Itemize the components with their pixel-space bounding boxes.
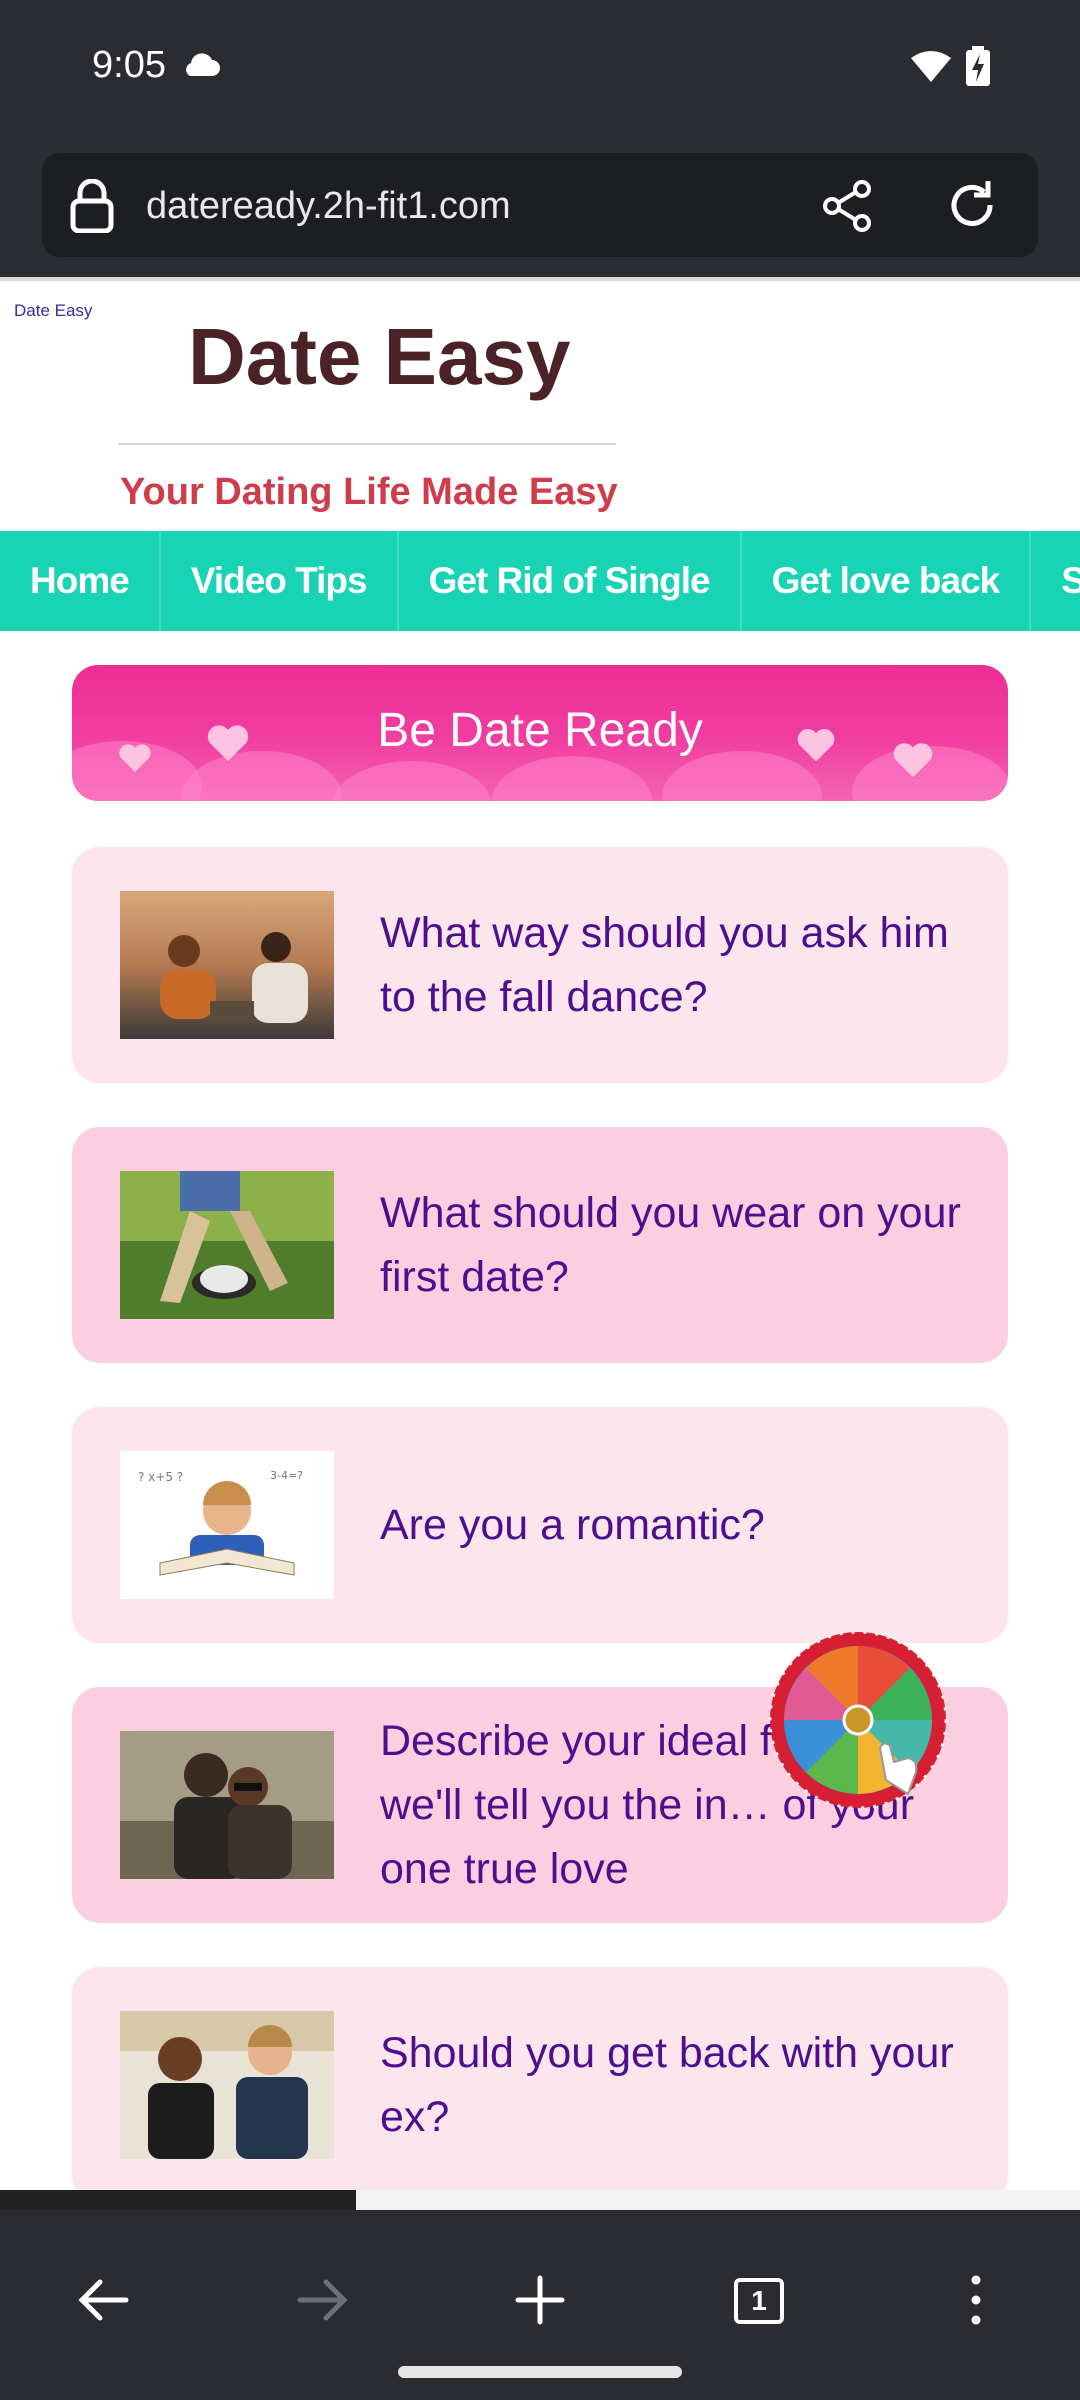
site-title[interactable]: Date Easy [188,311,570,403]
title-divider [118,443,616,445]
tab-count-label: 1 [734,2278,784,2324]
quiz-card-title[interactable]: What should you wear on your first date? [380,1127,990,1363]
couple-picnic-photo [120,891,334,1039]
share-icon[interactable] [820,179,874,233]
nav-item-video-tips[interactable]: Video Tips [161,531,399,631]
quiz-card-title[interactable]: What way should you ask him to the fall … [380,847,990,1083]
quiz-card[interactable]: Should you get back with your ex? [72,1967,1008,2203]
new-tab-plus-icon[interactable] [510,2270,570,2330]
ad-strip [0,2190,356,2210]
web-page: Date Easy Date Easy Your Dating Life Mad… [0,277,1080,2213]
browser-bottom-toolbar: 1 [0,2210,1080,2400]
more-menu-icon[interactable] [946,2270,1006,2330]
site-tag-link[interactable]: Date Easy [14,301,92,321]
browser-toolbar: dateready.2h-fit1.com [0,135,1080,277]
couple-hugging-photo [120,1731,334,1879]
banner-cloud-decoration [492,756,652,801]
quiz-card-title[interactable]: Should you get back with your ex? [380,1967,990,2203]
address-bar[interactable]: dateready.2h-fit1.com [42,153,1038,257]
reload-icon[interactable] [944,177,1000,233]
site-tagline: Your Dating Life Made Easy [120,471,618,513]
ad-strip [356,2190,1080,2210]
main-nav: Home Video Tips Get Rid of Single Get love … [0,531,1080,631]
nav-item-get-rid-of-single[interactable]: Get Rid of Single [399,531,742,631]
status-time: 9:05 [92,44,166,86]
battery-charging-icon [966,46,990,86]
quiz-card[interactable]: ? x+5 ? 3-4=? Are you a romantic? [72,1407,1008,1643]
prize-wheel-icon[interactable] [768,1630,948,1810]
be-date-ready-banner: Be Date Ready [72,665,1008,801]
nav-item-home[interactable]: Home [0,531,161,631]
banner-title: Be Date Ready [377,704,703,757]
quiz-card[interactable]: What way should you ask him to the fall … [72,847,1008,1083]
quiz-card[interactable]: What should you wear on your first date? [72,1127,1008,1363]
svg-text:3-4=?: 3-4=? [270,1469,303,1482]
back-arrow-icon[interactable] [74,2270,134,2330]
clock-legs-photo [120,1171,334,1319]
home-indicator[interactable] [398,2366,682,2378]
forward-arrow-icon[interactable] [292,2270,352,2330]
tab-count-icon[interactable]: 1 [728,2270,788,2330]
svg-text:? x+5 ?: ? x+5 ? [138,1470,183,1484]
couple-talking-photo [120,2011,334,2159]
nav-item-get-love-back[interactable]: Get love back [742,531,1032,631]
nav-item-spar[interactable]: Spar [1031,531,1080,631]
url-text[interactable]: dateready.2h-fit1.com [146,185,511,228]
boy-reading-book-photo: ? x+5 ? 3-4=? [120,1451,334,1599]
banner-cloud-decoration [332,761,492,801]
quiz-card-title[interactable]: Are you a romantic? [380,1407,990,1643]
lock-icon[interactable] [70,179,114,233]
cloud-icon [186,53,220,76]
wifi-icon [911,51,951,82]
status-bar: 9:05 [0,0,1080,135]
